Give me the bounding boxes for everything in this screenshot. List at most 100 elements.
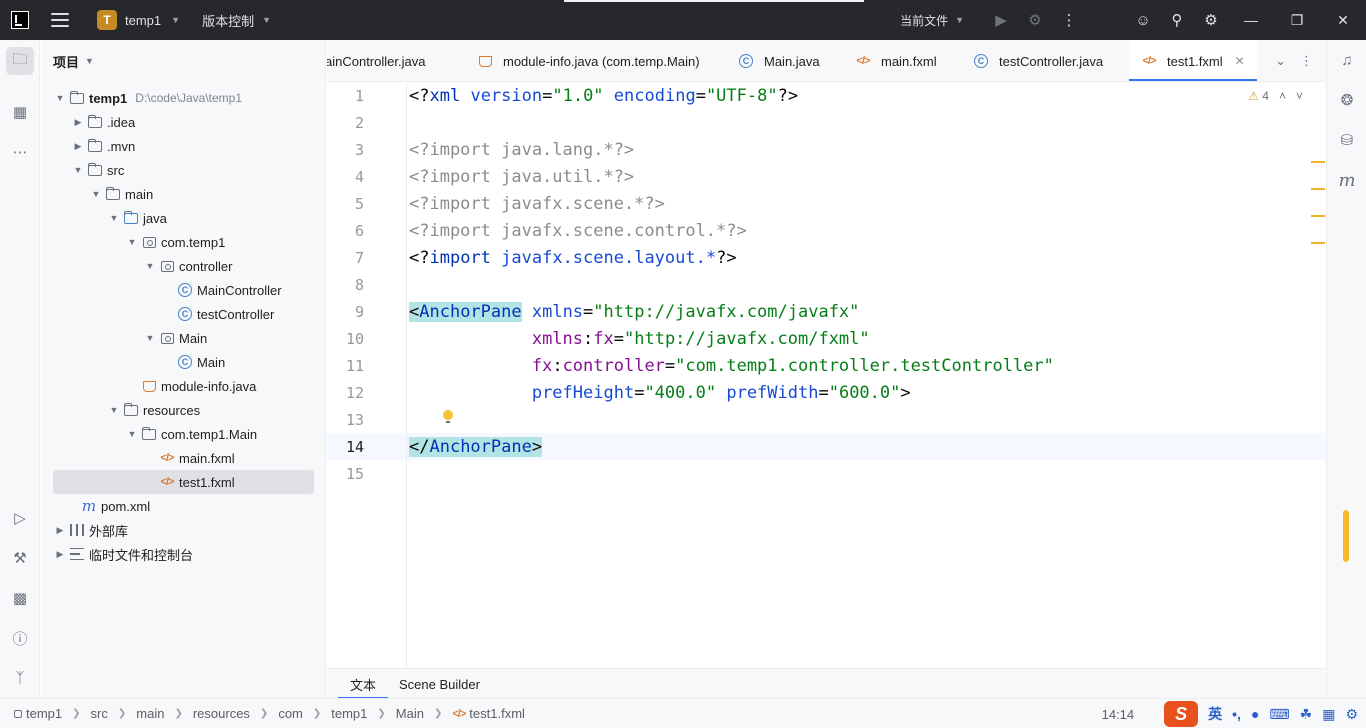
tree-item-main-package[interactable]: ▼ Main (53, 326, 314, 350)
warning-marker[interactable] (1311, 215, 1325, 217)
ime-tools-icon[interactable]: ⚙ (1345, 706, 1358, 723)
more-tabs-icon[interactable]: ⋮ (1300, 53, 1313, 69)
chevron-down-icon[interactable]: ▼ (107, 213, 121, 223)
project-switcher[interactable]: T temp1 ▼ (97, 10, 180, 30)
code-editor[interactable]: 1 2 3 4 5 6 7 8 9 10 11 12 13 14 15 ⚠ 4 … (327, 83, 1325, 668)
caret-position[interactable]: 14:14 (1102, 707, 1135, 722)
tree-item-pom-xml[interactable]: m pom.xml (53, 494, 314, 518)
skin-shirt-icon[interactable]: ☘ (1300, 706, 1313, 723)
tree-item-test1-fxml[interactable]: </> test1.fxml (53, 470, 314, 494)
breadcrumb-item[interactable]: com (278, 706, 303, 721)
tree-item-main-fxml[interactable]: </> main.fxml (53, 446, 314, 470)
chevron-down-icon[interactable]: ▼ (125, 237, 139, 247)
debug-icon[interactable]: ⚙ (1018, 0, 1052, 40)
terminal-icon[interactable]: ▩ (6, 584, 34, 612)
structure-icon[interactable]: ▦ (6, 98, 34, 126)
breadcrumb-item[interactable]: temp1 (331, 706, 367, 721)
more-tools-icon[interactable]: ⋯ (6, 138, 34, 166)
breadcrumb-item[interactable]: src (91, 706, 108, 721)
project-folder-icon[interactable]: 🗀 (6, 47, 34, 75)
chevron-right-icon[interactable]: ▶ (53, 525, 67, 536)
git-branch-icon[interactable]: ᛉ (6, 664, 34, 692)
chevron-down-icon[interactable]: ▼ (125, 429, 139, 439)
tab-module-info[interactable]: module-info.java (com.temp.Main) (475, 40, 700, 81)
tree-item-testcontroller[interactable]: C testController (53, 302, 314, 326)
chevron-right-icon[interactable]: ▶ (71, 141, 85, 152)
tab-test1-fxml[interactable]: </> test1.fxml ✕ (1129, 40, 1257, 81)
scroll-indicator[interactable] (1343, 510, 1349, 562)
keyboard-icon[interactable]: ⌨ (1269, 706, 1289, 723)
tree-item-mvn[interactable]: ▶ .mvn (53, 134, 314, 158)
notifications-bell-icon[interactable]: ♫ (1333, 46, 1361, 74)
run-config-selector[interactable]: 当前文件 ▼ (900, 12, 964, 29)
tree-item-java[interactable]: ▼ java (53, 206, 314, 230)
tree-item-main-class[interactable]: C Main (53, 350, 314, 374)
chevron-right-icon[interactable]: ▶ (71, 117, 85, 128)
warning-marker[interactable] (1311, 188, 1325, 190)
warning-marker[interactable] (1311, 161, 1325, 163)
tree-item-module-info[interactable]: module-info.java (53, 374, 314, 398)
tab-scene-builder[interactable]: Scene Builder (399, 669, 480, 699)
tab-text[interactable]: 文本 (337, 669, 389, 699)
chevron-down-icon[interactable]: ▼ (71, 165, 85, 175)
chevron-right-icon[interactable]: ▶ (53, 549, 67, 560)
breadcrumb-item[interactable]: temp1 (26, 706, 62, 721)
tab-main-fxml[interactable]: </> main.fxml (853, 40, 937, 81)
project-badge: T (97, 10, 117, 30)
build-hammer-icon[interactable]: ⚒ (6, 544, 34, 572)
more-actions-icon[interactable]: ⋮ (1052, 0, 1086, 40)
inspection-widget[interactable]: ⚠ 4 ˄ ˅ (1248, 89, 1303, 103)
search-icon[interactable]: ⚲ (1160, 0, 1194, 40)
tree-item-resources[interactable]: ▼ resources (53, 398, 314, 422)
source-folder-icon (123, 210, 139, 226)
breadcrumb-item[interactable]: Main (396, 706, 424, 721)
tab-testcontroller[interactable]: C testController.java (971, 40, 1103, 81)
tree-item-controller[interactable]: ▼ controller (53, 254, 314, 278)
close-tab-icon[interactable]: ✕ (1235, 54, 1245, 68)
chevron-down-icon[interactable]: ▼ (53, 93, 67, 103)
close-window-button[interactable]: ✕ (1320, 0, 1366, 40)
run-icon[interactable]: ▶ (984, 0, 1018, 40)
chevron-down-icon[interactable]: ˅ (1296, 89, 1303, 103)
tree-item-main[interactable]: ▼ main (53, 182, 314, 206)
add-user-icon[interactable]: ☺ (1126, 0, 1160, 40)
chevron-down-icon[interactable]: ⌄ (1275, 53, 1286, 69)
tree-item-src[interactable]: ▼ src (53, 158, 314, 182)
chevron-down-icon[interactable]: ▼ (107, 405, 121, 415)
main-menu-button[interactable] (51, 13, 69, 27)
maven-icon[interactable]: m (1333, 166, 1361, 194)
tree-item-maincontroller[interactable]: C MainController (53, 278, 314, 302)
run-tool-icon[interactable]: ▷ (6, 504, 34, 532)
vcs-menu[interactable]: 版本控制 ▼ (202, 11, 271, 30)
maximize-button[interactable]: ❐ (1274, 0, 1320, 40)
problems-icon[interactable]: ⓘ (6, 624, 34, 652)
chevron-up-icon[interactable]: ˄ (1279, 89, 1286, 103)
breadcrumb-item[interactable]: test1.fxml (469, 706, 525, 721)
database-icon[interactable]: ⛁ (1333, 126, 1361, 154)
tree-item-com-temp1-main[interactable]: ▼ com.temp1.Main (53, 422, 314, 446)
project-panel-header[interactable]: 项目 ▼ (41, 40, 325, 82)
settings-gear-icon[interactable]: ⚙ (1194, 0, 1228, 40)
tree-item-external-libraries[interactable]: ▶ 外部库 (53, 518, 314, 542)
ai-assistant-icon[interactable]: ❂ (1333, 86, 1361, 114)
microphone-icon[interactable]: ● (1251, 706, 1259, 722)
chevron-down-icon[interactable]: ▼ (143, 261, 157, 271)
intention-bulb-icon[interactable] (443, 410, 453, 424)
tab-main-java[interactable]: C Main.java (736, 40, 820, 81)
tree-item-temp1[interactable]: ▼ temp1 D:\code\Java\temp1 (53, 86, 314, 110)
tree-item-scratches[interactable]: ▶ 临时文件和控制台 (53, 542, 314, 566)
warning-marker[interactable] (1311, 242, 1325, 244)
minimize-button[interactable]: — (1228, 0, 1274, 40)
chevron-down-icon[interactable]: ▼ (143, 333, 157, 343)
tree-item-com-temp1[interactable]: ▼ com.temp1 (53, 230, 314, 254)
xml-file-icon: </> (160, 476, 175, 488)
ime-punctuation[interactable]: •, (1232, 706, 1241, 722)
breadcrumb-item[interactable]: main (136, 706, 164, 721)
ime-logo-icon[interactable]: S (1164, 701, 1199, 727)
breadcrumb-item[interactable]: resources (193, 706, 250, 721)
tab-maincontroller[interactable]: ainController.java (327, 40, 425, 81)
chevron-down-icon[interactable]: ▼ (89, 189, 103, 199)
toolbox-icon[interactable]: ▦ (1322, 706, 1335, 723)
ime-language[interactable]: 英 (1208, 704, 1222, 724)
tree-item-idea[interactable]: ▶ .idea (53, 110, 314, 134)
